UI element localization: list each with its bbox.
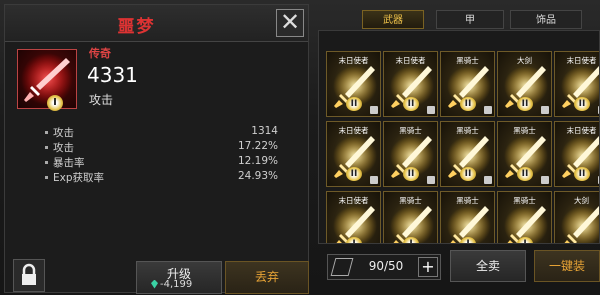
upgrade-cost: -4,199 — [160, 279, 193, 290]
bullet-icon — [45, 161, 48, 164]
auto-equip-button[interactable]: 一键装 — [534, 250, 600, 282]
stat-row: Exp获取率 24.93% — [45, 170, 278, 185]
inventory-slot[interactable]: 黑骑士 II — [440, 51, 495, 117]
lock-icon — [427, 106, 435, 114]
inventory-slot[interactable]: 末日使者 II — [554, 121, 599, 187]
lock-icon — [484, 106, 492, 114]
tier-badge: II — [460, 97, 476, 111]
inventory-slot[interactable]: 黑骑士 II — [383, 121, 438, 187]
item-detail-panel: 噩梦 ✕ I 传奇 4331 攻击 攻击 1314 攻击 17.22% 暴击率 … — [4, 4, 309, 294]
item-summary: I 传奇 4331 攻击 — [11, 45, 304, 120]
stat-row: 暴击率 12.19% — [45, 155, 278, 170]
bullet-icon — [45, 131, 48, 134]
expand-capacity-button[interactable]: + — [418, 257, 438, 277]
tier-badge: II — [403, 97, 419, 111]
inventory-slot[interactable]: 黑骑士 I — [383, 191, 438, 243]
upgrade-button[interactable]: 升级 -4,199 — [136, 261, 222, 294]
capacity-text: 90/50 — [368, 259, 404, 273]
tier-badge: II — [460, 167, 476, 181]
lock-icon — [370, 176, 378, 184]
bag-icon — [330, 258, 354, 276]
inventory-slot[interactable]: 末日使者 II — [383, 51, 438, 117]
lock-icon — [484, 176, 492, 184]
tier-badge: I — [403, 237, 419, 243]
inventory-slot[interactable]: 大剑 II — [497, 51, 552, 117]
inventory-slot[interactable]: 末日使者 I — [326, 191, 381, 243]
lock-icon — [541, 176, 549, 184]
inventory-slot[interactable]: 末日使者 II — [326, 121, 381, 187]
tier-badge: II — [403, 167, 419, 181]
inventory-capacity: 90/50 + — [327, 254, 441, 280]
rarity-label: 传奇 — [89, 47, 111, 60]
bullet-icon — [45, 146, 48, 149]
gem-icon — [151, 279, 158, 289]
stats-list: 攻击 1314 攻击 17.22% 暴击率 12.19% Exp获取率 24.93% — [45, 125, 278, 185]
item-icon: I — [17, 49, 77, 111]
tab-accessory[interactable]: 饰品 — [510, 10, 582, 29]
lock-icon — [370, 106, 378, 114]
sword-icon — [561, 206, 599, 243]
tier-badge: I — [47, 95, 63, 111]
tier-badge: I — [460, 237, 476, 243]
sell-all-button[interactable]: 全卖 — [450, 250, 526, 282]
inventory-slot[interactable]: 黑骑士 I — [497, 191, 552, 243]
panel-header: 噩梦 ✕ — [5, 5, 308, 42]
lock-button[interactable] — [13, 259, 45, 292]
bullet-icon — [45, 176, 48, 179]
power-label: 攻击 — [89, 93, 114, 107]
inventory-slot[interactable]: 黑骑士 I — [440, 191, 495, 243]
inventory-grid: 末日使者 II 末日使者 II 黑骑士 II 大剑 II 末日使者 II 末日使者 II 黑骑士 II 黑骑… — [318, 30, 600, 244]
lock-icon — [22, 263, 36, 285]
tab-weapon[interactable]: 武器 — [362, 10, 424, 29]
inventory-slot[interactable]: 大剑 — [554, 191, 599, 243]
discard-button[interactable]: 丢弃 — [225, 261, 309, 294]
inventory-slot[interactable]: 黑骑士 II — [440, 121, 495, 187]
inventory-slot[interactable]: 末日使者 II — [326, 51, 381, 117]
tier-badge: II — [346, 97, 362, 111]
tier-badge: II — [574, 167, 590, 181]
power-value: 4331 — [87, 63, 138, 87]
lock-icon — [427, 176, 435, 184]
tab-armor[interactable]: 甲 — [436, 10, 504, 29]
close-button[interactable]: ✕ — [276, 9, 304, 37]
tier-badge: II — [346, 167, 362, 181]
tier-badge: I — [517, 237, 533, 243]
stat-row: 攻击 17.22% — [45, 140, 278, 155]
inventory-slot[interactable]: 黑骑士 II — [497, 121, 552, 187]
tier-badge: II — [517, 97, 533, 111]
tier-badge: II — [517, 167, 533, 181]
inventory-slot[interactable]: 末日使者 II — [554, 51, 599, 117]
item-title: 噩梦 — [117, 17, 156, 37]
tier-badge: II — [574, 97, 590, 111]
stat-row: 攻击 1314 — [45, 125, 278, 140]
lock-icon — [541, 106, 549, 114]
tier-badge: I — [346, 237, 362, 243]
